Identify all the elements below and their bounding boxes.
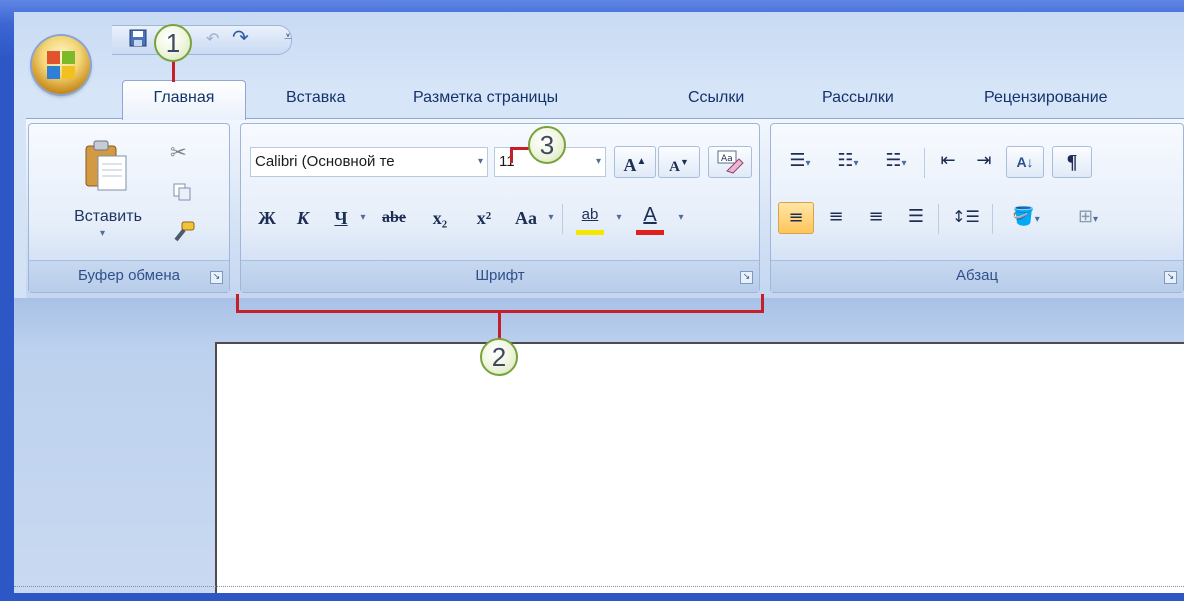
superscript-button[interactable]: x² bbox=[464, 203, 504, 235]
document-page[interactable] bbox=[215, 342, 1184, 593]
clipboard-dialog-launcher-icon[interactable]: ↘ bbox=[210, 271, 223, 284]
grow-font-icon: A bbox=[623, 155, 637, 175]
office-logo-icon bbox=[47, 51, 75, 79]
svg-text:Aa: Aa bbox=[721, 154, 733, 164]
subscript-button[interactable]: x₂ bbox=[420, 203, 460, 235]
numbering-button[interactable]: ☷▾ bbox=[828, 146, 868, 178]
shading-button[interactable]: 🪣▾ bbox=[998, 202, 1054, 234]
font-color-icon: A bbox=[643, 204, 657, 226]
font-group-label: Шрифт bbox=[241, 260, 759, 292]
clipboard-group-label: Буфер обмена bbox=[29, 260, 229, 292]
align-right-button[interactable]: ≡ bbox=[858, 202, 894, 234]
italic-button[interactable]: К bbox=[286, 203, 320, 235]
font-row-separator bbox=[562, 204, 563, 234]
callout-2-bracket-right bbox=[761, 294, 764, 313]
chevron-down-icon: ▾ bbox=[100, 228, 106, 239]
callout-2: 2 bbox=[480, 338, 518, 376]
paragraph-dialog-launcher-icon[interactable]: ↘ bbox=[1164, 271, 1177, 284]
highlight-dropdown-icon[interactable]: ▾ bbox=[612, 203, 626, 235]
format-painter-icon[interactable] bbox=[170, 220, 196, 246]
para-separator-2 bbox=[938, 204, 939, 234]
borders-button[interactable]: ⊞▾ bbox=[1060, 202, 1116, 234]
line-spacing-button[interactable]: ↕☰ bbox=[944, 202, 988, 234]
multilevel-list-button[interactable]: ☵▾ bbox=[876, 146, 916, 178]
tab-mailings[interactable]: Рассылки bbox=[812, 86, 904, 116]
tab-insert[interactable]: Вставка bbox=[276, 86, 355, 116]
copy-icon[interactable] bbox=[172, 182, 192, 206]
underline-dropdown-icon[interactable]: ▾ bbox=[356, 203, 370, 235]
clear-formatting-button[interactable]: Aa bbox=[708, 146, 752, 178]
shrink-font-button[interactable]: A▼ bbox=[658, 146, 700, 178]
grow-font-button[interactable]: A▲ bbox=[614, 146, 656, 178]
tab-review[interactable]: Рецензирование bbox=[974, 86, 1118, 116]
undo-icon[interactable]: ↶ bbox=[206, 29, 219, 49]
tab-page-layout[interactable]: Разметка страницы bbox=[403, 86, 568, 116]
increase-indent-button[interactable]: ⇥ bbox=[966, 146, 1002, 178]
shrink-font-icon: A bbox=[669, 159, 680, 175]
save-icon[interactable] bbox=[128, 28, 148, 53]
callout-1: 1 bbox=[154, 24, 192, 62]
paste-button[interactable]: Вставить ▾ bbox=[56, 132, 160, 252]
align-center-button[interactable]: ≡ bbox=[818, 202, 854, 234]
cut-icon[interactable]: ✂ bbox=[170, 140, 187, 164]
chevron-down-icon: ▾ bbox=[595, 156, 601, 167]
para-separator-3 bbox=[992, 204, 993, 234]
customize-icon[interactable]: ⩡ bbox=[284, 27, 292, 47]
show-formatting-button[interactable]: ¶ bbox=[1052, 146, 1092, 178]
font-name-value: Calibri (Основной те bbox=[255, 153, 395, 170]
sort-button[interactable]: А↓ bbox=[1006, 146, 1044, 178]
status-divider bbox=[14, 586, 1184, 587]
justify-button[interactable]: ☰ bbox=[898, 202, 934, 234]
redo-icon[interactable]: ↷ bbox=[232, 27, 249, 47]
highlight-button[interactable]: ab bbox=[570, 200, 610, 235]
change-case-button[interactable]: Aa bbox=[506, 203, 546, 235]
font-color-button[interactable]: A bbox=[630, 200, 670, 235]
paste-icon bbox=[85, 140, 127, 191]
underline-button[interactable]: Ч bbox=[324, 203, 358, 235]
highlight-icon: ab bbox=[581, 206, 599, 223]
chevron-down-icon: ▾ bbox=[477, 156, 483, 167]
highlight-color-bar bbox=[576, 230, 604, 235]
font-dialog-launcher-icon[interactable]: ↘ bbox=[740, 271, 753, 284]
bold-button[interactable]: Ж bbox=[250, 203, 284, 235]
align-left-button[interactable]: ≡ bbox=[778, 202, 814, 234]
office-orb-button[interactable] bbox=[32, 36, 90, 94]
decrease-indent-button[interactable]: ⇤ bbox=[930, 146, 966, 178]
strikethrough-button[interactable]: abe bbox=[372, 203, 416, 235]
para-separator bbox=[924, 148, 925, 178]
clear-formatting-icon: Aa bbox=[717, 150, 744, 174]
tab-home[interactable]: Главная bbox=[122, 80, 246, 120]
callout-2-bracket-left bbox=[236, 294, 239, 313]
font-color-bar bbox=[636, 230, 664, 235]
font-name-combo[interactable]: Calibri (Основной те ▾ bbox=[250, 147, 488, 177]
callout-3: 3 bbox=[528, 126, 566, 164]
font-color-dropdown-icon[interactable]: ▾ bbox=[674, 203, 688, 235]
tab-references[interactable]: Ссылки bbox=[678, 86, 754, 116]
paragraph-group-label: Абзац bbox=[771, 260, 1183, 292]
change-case-dropdown-icon[interactable]: ▾ bbox=[544, 203, 558, 235]
bullets-button[interactable]: ☰▾ bbox=[780, 146, 820, 178]
paste-label: Вставить bbox=[74, 208, 142, 225]
